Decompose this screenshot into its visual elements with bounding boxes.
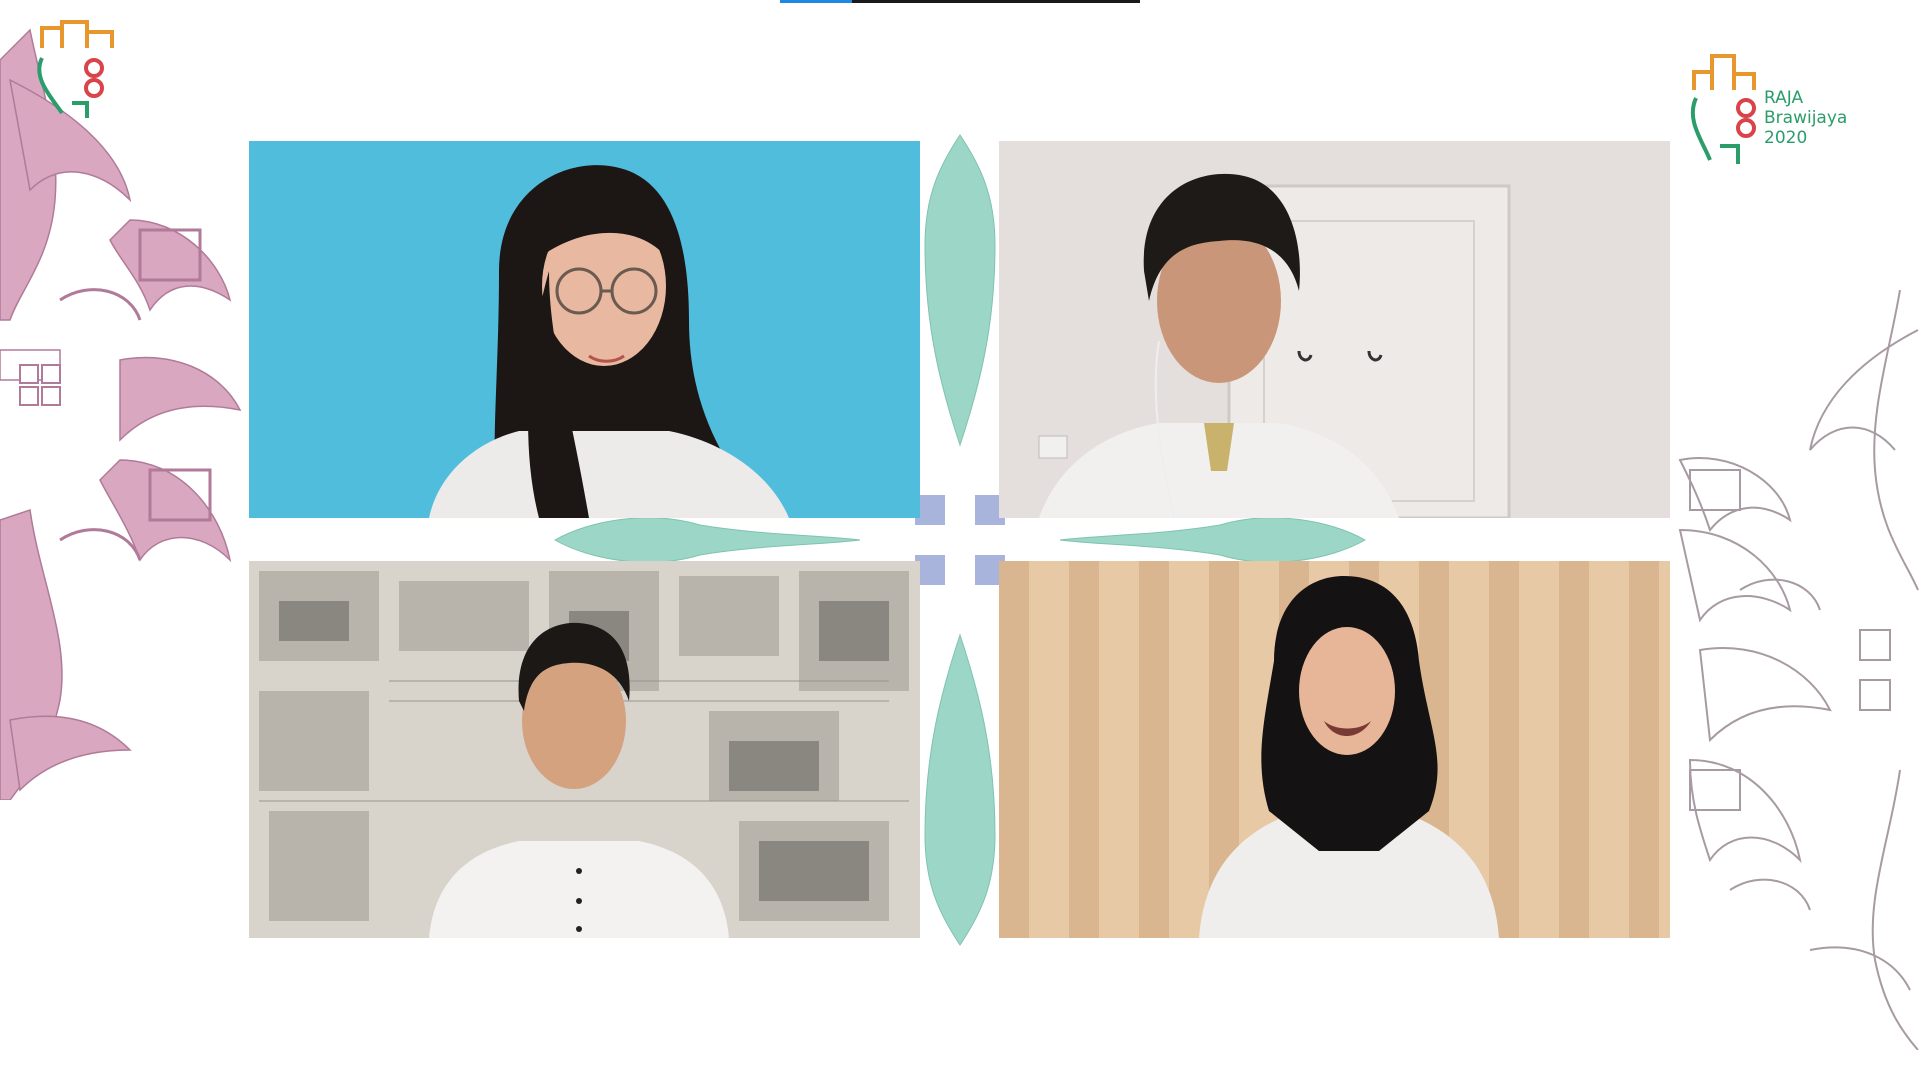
- participant-tile-1[interactable]: [249, 141, 920, 518]
- participant-4-video: [999, 561, 1670, 938]
- participant-tile-4[interactable]: [999, 561, 1670, 938]
- raja-brawijaya-logo-text: RAJA Brawijaya 2020: [1764, 88, 1847, 148]
- raja-brawijaya-logo-left: [37, 20, 114, 118]
- participant-1-video: [249, 141, 920, 518]
- participant-3-video: [249, 561, 920, 938]
- video-progress-bar[interactable]: [780, 0, 1140, 3]
- left-batik-ornament: [0, 28, 242, 800]
- participant-tile-2[interactable]: [999, 141, 1670, 518]
- video-stage: RAJA Brawijaya 2020: [0, 0, 1920, 1080]
- logo-line-3: 2020: [1764, 128, 1808, 148]
- participant-2-video: [999, 141, 1670, 518]
- logo-line-2: Brawijaya: [1764, 108, 1848, 128]
- raja-brawijaya-logo-icon: [1690, 54, 1756, 164]
- video-progress-fill: [780, 0, 852, 3]
- logo-line-1: RAJA: [1764, 88, 1804, 108]
- right-batik-ornament: [1678, 290, 1919, 1050]
- participant-tile-3[interactable]: [249, 561, 920, 938]
